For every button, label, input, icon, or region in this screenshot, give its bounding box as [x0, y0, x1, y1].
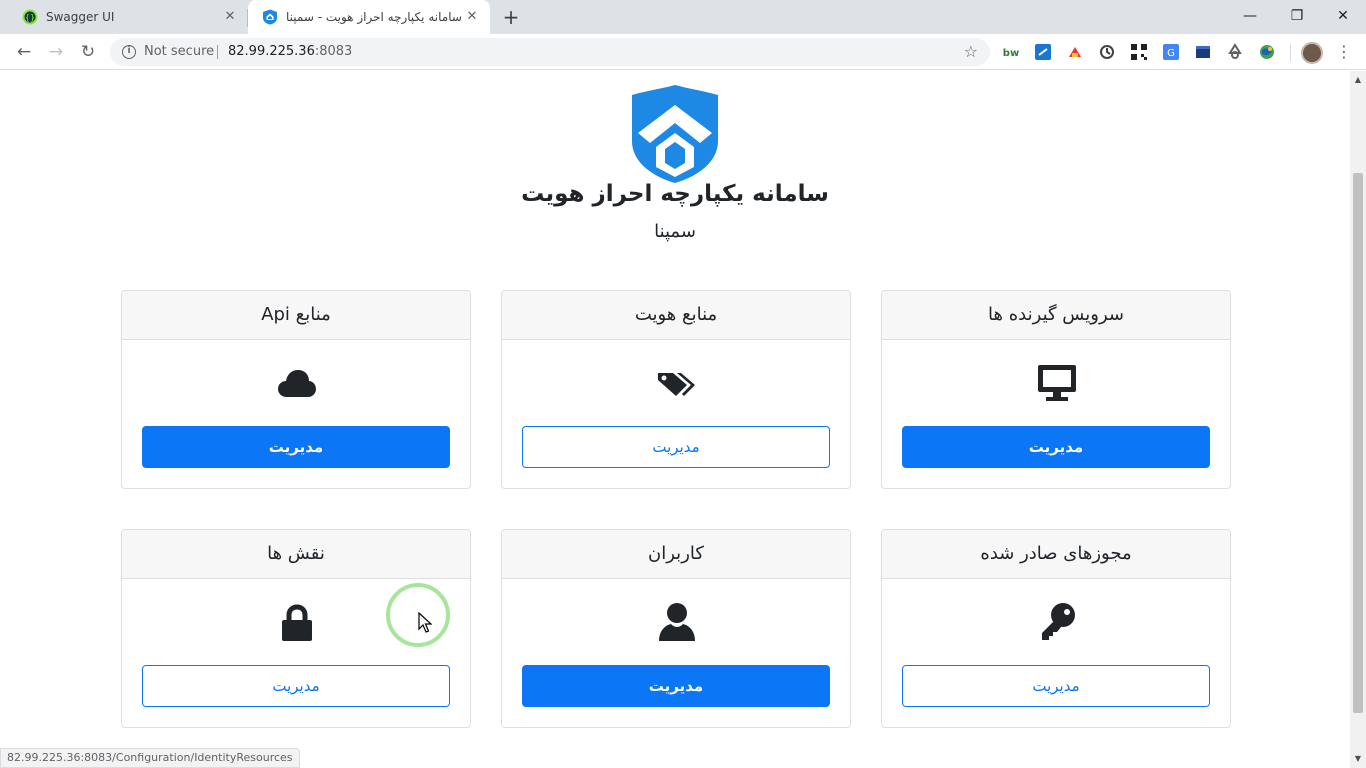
new-tab-button[interactable]: +: [500, 6, 522, 28]
extension-tools-icon[interactable]: [1066, 43, 1084, 61]
manage-roles-button[interactable]: مدیریت: [142, 665, 450, 707]
card-title: نقش ها: [122, 530, 470, 579]
extension-recycle-icon[interactable]: [1226, 43, 1244, 61]
card-title: منابع Api: [122, 291, 470, 340]
page-scrollbar[interactable]: ▲ ▼: [1350, 71, 1366, 768]
extension-translate-icon[interactable]: G: [1162, 43, 1180, 61]
card-users: کاربران مدیریت: [501, 529, 851, 728]
svg-text:G: G: [1167, 48, 1175, 59]
page-content: سامانه یکپارچه احراز هویت سمپنا سرویس گی…: [0, 71, 1350, 768]
tags-icon: [657, 363, 697, 403]
toolbar-divider: [1290, 44, 1291, 62]
card-api-resources: منابع Api مدیریت: [121, 290, 471, 489]
address-divider: [217, 45, 218, 59]
tab-close-icon[interactable]: ✕: [464, 9, 480, 25]
user-icon: [657, 602, 697, 642]
card-identity-resources: منابع هویت مدیریت: [501, 290, 851, 489]
close-window-button[interactable]: ✕: [1329, 4, 1357, 28]
card-title: منابع هویت: [502, 291, 850, 340]
url-text[interactable]: 82.99.225.36:8083: [228, 44, 352, 59]
scroll-up-icon[interactable]: ▲: [1353, 75, 1363, 85]
reload-button[interactable]: ↻: [76, 40, 100, 64]
shield-favicon-icon: [262, 9, 278, 25]
manage-identity-resources-button[interactable]: مدیریت: [522, 426, 830, 468]
svg-text:{}: {}: [25, 13, 35, 22]
browser-menu-icon[interactable]: ⋮: [1335, 40, 1353, 64]
url-port: :8083: [314, 44, 353, 59]
tab-strip: {} Swagger UI ✕ سامانه یکپارچه احراز هوی…: [0, 0, 1366, 34]
extension-sync-icon[interactable]: [1098, 43, 1116, 61]
tab-title: سامانه یکپارچه احراز هویت - سمپنا: [286, 10, 462, 24]
lock-icon: [277, 602, 317, 642]
extension-globe-icon[interactable]: [1258, 43, 1276, 61]
mouse-pointer-icon: [418, 611, 433, 634]
shield-logo-icon: [630, 83, 720, 183]
scroll-thumb[interactable]: [1353, 173, 1363, 713]
manage-users-button[interactable]: مدیریت: [522, 665, 830, 707]
extension-qr-icon[interactable]: [1130, 43, 1148, 61]
browser-toolbar: ← → ↻ i Not secure 82.99.225.36:8083 ☆ b…: [0, 34, 1366, 70]
card-clients: سرویس گیرنده ها مدیریت: [881, 290, 1231, 489]
desktop-icon: [1037, 363, 1077, 403]
card-title: مجوزهای صادر شده: [882, 530, 1230, 579]
page-subtitle: سمپنا: [654, 221, 696, 242]
extension-bw-icon[interactable]: bw: [1002, 43, 1020, 61]
minimize-button[interactable]: —: [1236, 4, 1264, 28]
maximize-button[interactable]: ❐: [1283, 4, 1311, 28]
extension-s-icon[interactable]: [1034, 43, 1052, 61]
info-icon[interactable]: i: [122, 45, 136, 59]
tab-swagger[interactable]: {} Swagger UI ✕: [0, 0, 248, 34]
tab-title: Swagger UI: [46, 10, 115, 24]
key-icon: [1037, 602, 1077, 642]
extension-film-icon[interactable]: [1194, 43, 1212, 61]
card-title: کاربران: [502, 530, 850, 579]
page-title: سامانه یکپارچه احراز هویت: [521, 181, 829, 207]
svg-text:bw: bw: [1003, 48, 1019, 59]
forward-button[interactable]: →: [44, 40, 68, 64]
back-button[interactable]: ←: [12, 40, 36, 64]
tab-identity-portal[interactable]: سامانه یکپارچه احراز هویت - سمپنا ✕: [248, 0, 490, 34]
security-label: Not secure: [144, 44, 215, 59]
card-title: سرویس گیرنده ها: [882, 291, 1230, 340]
card-persisted-grants: مجوزهای صادر شده مدیریت: [881, 529, 1231, 728]
profile-avatar[interactable]: [1301, 42, 1323, 64]
scroll-down-icon[interactable]: ▼: [1353, 754, 1363, 764]
manage-clients-button[interactable]: مدیریت: [902, 426, 1210, 468]
swagger-favicon-icon: {}: [22, 9, 38, 25]
manage-api-resources-button[interactable]: مدیریت: [142, 426, 450, 468]
cloud-icon: [277, 363, 317, 403]
link-status-bar: 82.99.225.36:8083/Configuration/Identity…: [0, 748, 300, 768]
url-host: 82.99.225.36: [228, 44, 315, 59]
bookmark-star-icon[interactable]: ☆: [964, 42, 978, 61]
address-bar[interactable]: i Not secure 82.99.225.36:8083 ☆: [110, 38, 990, 66]
manage-grants-button[interactable]: مدیریت: [902, 665, 1210, 707]
tab-close-icon[interactable]: ✕: [222, 9, 238, 25]
